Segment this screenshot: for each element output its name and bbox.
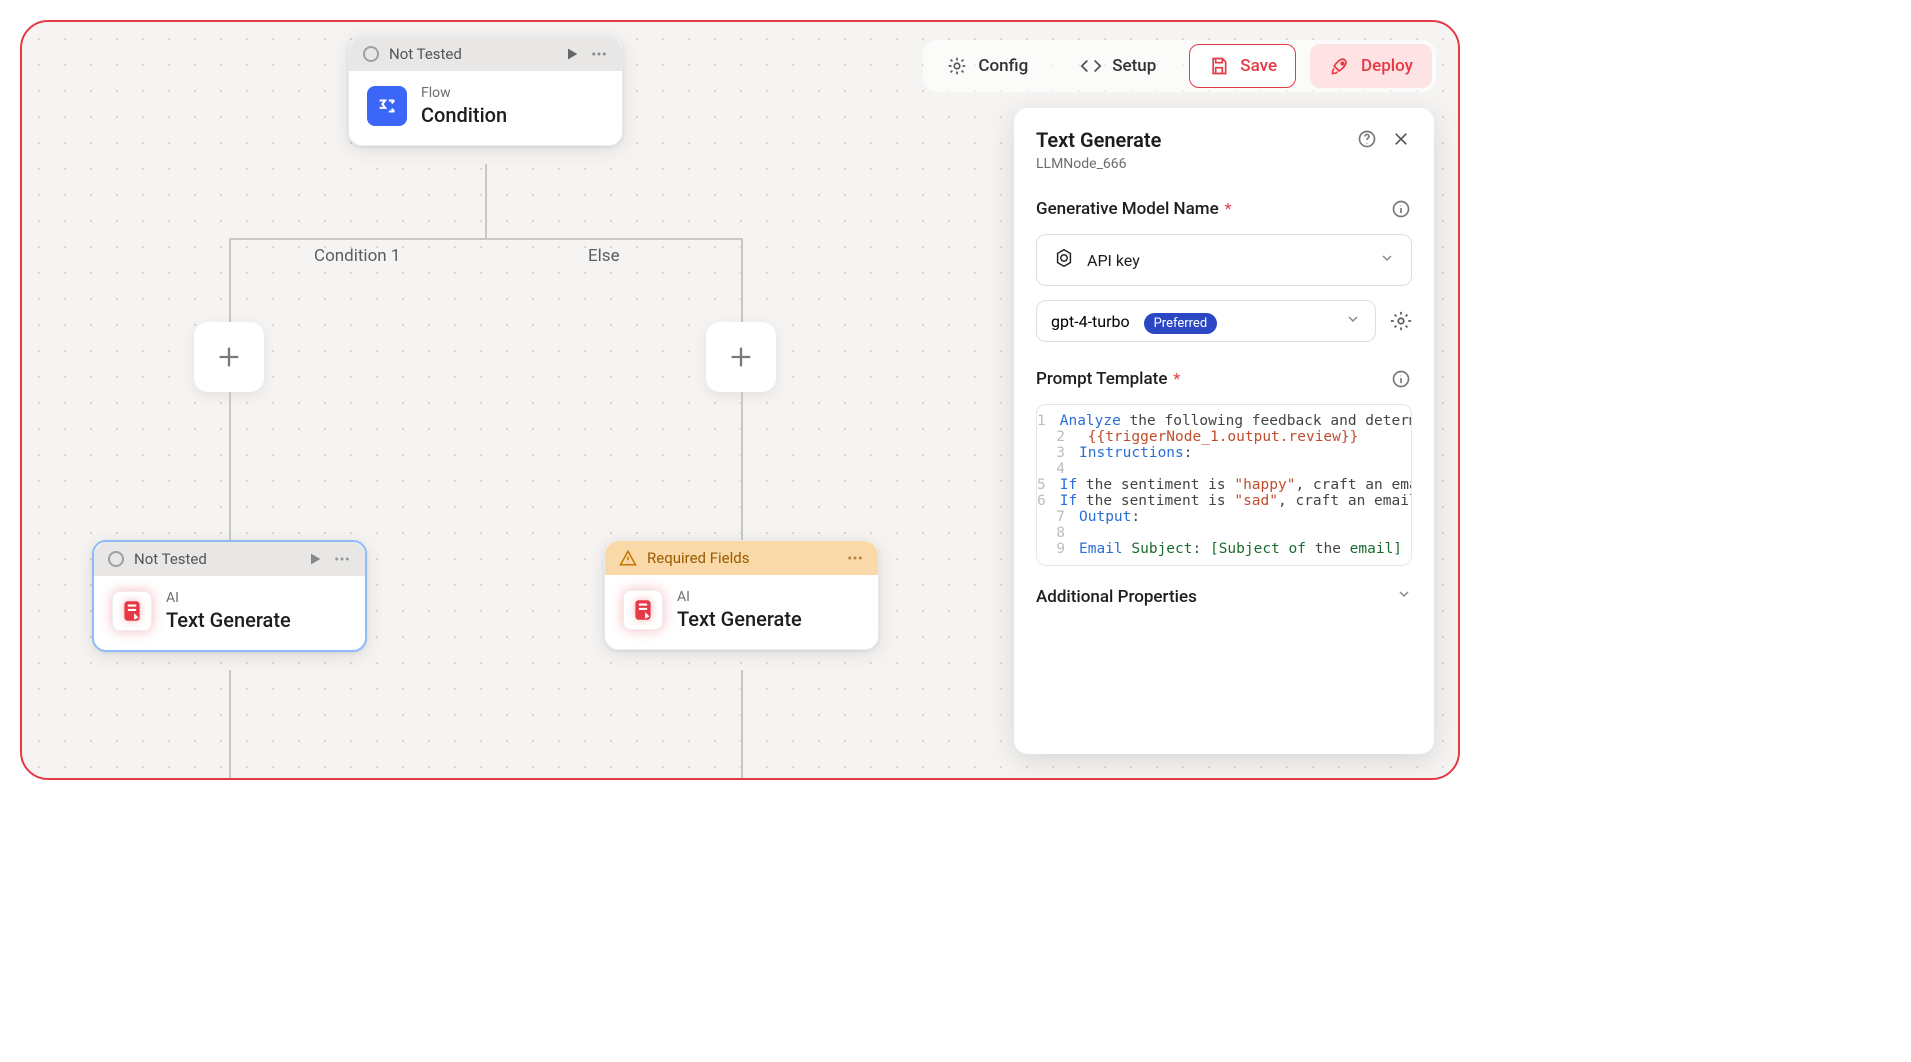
api-key-select[interactable]: API key	[1036, 234, 1412, 286]
condition-icon	[367, 86, 407, 126]
node-body: Flow Condition	[349, 71, 622, 145]
more-icon[interactable]	[590, 45, 608, 63]
config-button[interactable]: Config	[927, 44, 1047, 88]
connector-line	[741, 392, 743, 542]
connector-line	[485, 164, 487, 238]
api-key-label: API key	[1087, 251, 1140, 270]
model-select[interactable]: gpt-4-turbo Preferred	[1036, 300, 1376, 342]
add-node-button[interactable]	[706, 322, 776, 392]
status-indicator-icon	[108, 551, 124, 567]
ai-icon	[623, 590, 663, 630]
config-icon	[946, 55, 968, 77]
play-icon[interactable]	[307, 551, 323, 567]
add-node-button[interactable]	[194, 322, 264, 392]
top-toolbar: Config Setup Save Deploy	[923, 40, 1436, 92]
setup-label: Setup	[1112, 56, 1156, 76]
chevron-down-icon	[1379, 250, 1395, 270]
node-header: Not Tested	[94, 542, 365, 576]
prompt-code-editor[interactable]: 1Analyze the following feedback and dete…	[1036, 404, 1412, 566]
status-text: Not Tested	[134, 550, 207, 568]
openai-icon	[1053, 247, 1075, 273]
preferred-badge: Preferred	[1144, 313, 1218, 334]
node-title: Text Generate	[677, 607, 802, 631]
branch-label-else: Else	[588, 246, 620, 266]
model-value: gpt-4-turbo	[1051, 312, 1130, 331]
node-category: AI	[166, 590, 291, 606]
connector-line	[229, 670, 231, 780]
prompt-template-label: Prompt Template	[1036, 369, 1167, 389]
warning-icon	[619, 549, 637, 567]
close-icon[interactable]	[1390, 128, 1412, 150]
connector-line	[229, 238, 742, 240]
status-text: Not Tested	[389, 45, 462, 63]
setup-button[interactable]: Setup	[1061, 44, 1175, 88]
connector-line	[229, 392, 231, 542]
more-icon[interactable]	[333, 550, 351, 568]
ai-icon	[112, 591, 152, 631]
gear-icon[interactable]	[1390, 310, 1412, 332]
chevron-down-icon	[1345, 311, 1361, 331]
more-icon[interactable]	[846, 549, 864, 567]
connector-line	[741, 238, 743, 324]
deploy-button[interactable]: Deploy	[1310, 44, 1432, 88]
save-icon	[1208, 55, 1230, 77]
app-frame: Config Setup Save Deploy Not Tested	[20, 20, 1460, 780]
save-label: Save	[1240, 56, 1277, 76]
save-button[interactable]: Save	[1189, 44, 1296, 88]
connector-line	[741, 670, 743, 780]
connector-line	[229, 238, 231, 324]
chevron-down-icon	[1396, 586, 1412, 607]
info-icon[interactable]	[1390, 368, 1412, 390]
branch-label-1: Condition 1	[314, 246, 400, 266]
node-title: Text Generate	[166, 608, 291, 632]
panel-subtitle: LLMNode_666	[1036, 156, 1161, 172]
panel-title: Text Generate	[1036, 128, 1161, 152]
node-category: AI	[677, 589, 802, 605]
textgen-node-2[interactable]: Required Fields AI Text Generate	[604, 540, 879, 650]
deploy-label: Deploy	[1361, 56, 1413, 76]
condition-node[interactable]: Not Tested Flow Condition	[348, 36, 623, 146]
node-body: AI Text Generate	[605, 575, 878, 649]
node-title: Condition	[421, 103, 507, 127]
model-name-label: Generative Model Name	[1036, 199, 1219, 219]
play-icon[interactable]	[564, 46, 580, 62]
additional-properties-accordion[interactable]: Additional Properties	[1036, 586, 1412, 607]
node-header: Not Tested	[349, 37, 622, 71]
status-text: Required Fields	[647, 549, 749, 567]
node-body: AI Text Generate	[94, 576, 365, 650]
required-mark: *	[1173, 369, 1180, 388]
info-icon[interactable]	[1390, 198, 1412, 220]
textgen-node-1[interactable]: Not Tested AI Text Generate	[92, 540, 367, 652]
config-label: Config	[978, 56, 1028, 76]
rocket-icon	[1329, 55, 1351, 77]
required-mark: *	[1225, 199, 1232, 218]
code-icon	[1080, 55, 1102, 77]
properties-panel: Text Generate LLMNode_666 Generative Mod…	[1014, 108, 1434, 754]
help-icon[interactable]	[1356, 128, 1378, 150]
status-indicator-icon	[363, 46, 379, 62]
additional-label: Additional Properties	[1036, 587, 1197, 607]
node-category: Flow	[421, 85, 507, 101]
node-header-warning: Required Fields	[605, 541, 878, 575]
